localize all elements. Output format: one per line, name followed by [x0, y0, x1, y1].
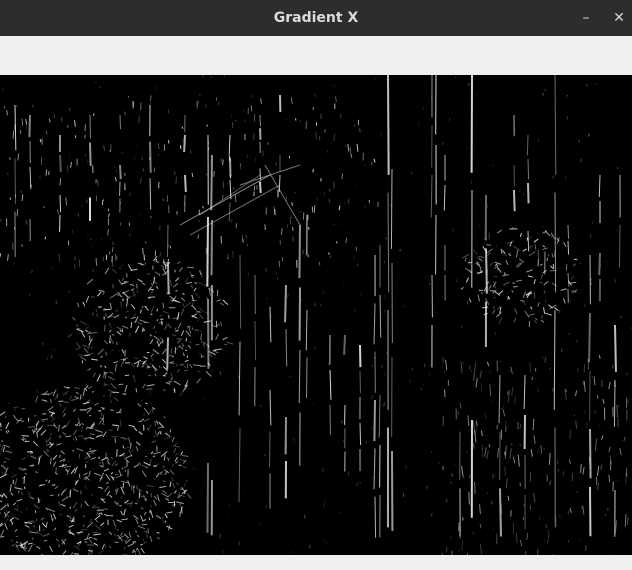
- minimize-button[interactable]: –: [572, 0, 600, 36]
- gradient-x-edge-image: [0, 75, 632, 555]
- status-bar: [0, 555, 632, 570]
- title-bar[interactable]: Gradient X – ✕: [0, 0, 632, 36]
- image-display: [0, 75, 632, 555]
- close-icon: ✕: [613, 10, 625, 26]
- window-title: Gradient X: [273, 10, 359, 26]
- minimize-icon: –: [582, 10, 590, 26]
- close-button[interactable]: ✕: [605, 0, 632, 36]
- app-window: Gradient X – ✕: [0, 0, 632, 570]
- toolbar-area: [0, 36, 632, 75]
